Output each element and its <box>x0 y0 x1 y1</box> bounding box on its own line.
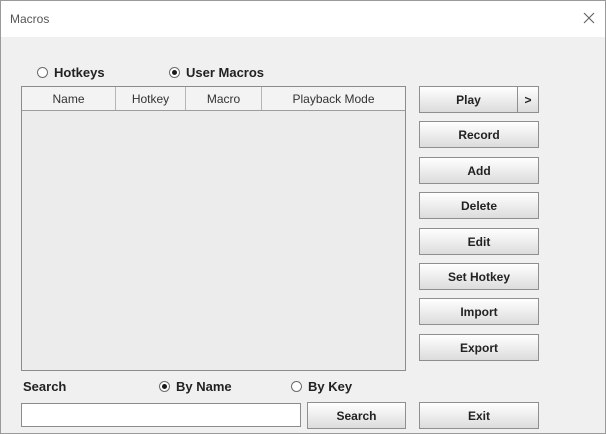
record-button[interactable]: Record <box>419 121 539 148</box>
import-button[interactable]: Import <box>419 298 539 325</box>
user-macros-radio[interactable] <box>169 67 180 78</box>
title-bar: Macros <box>1 1 605 37</box>
search-button[interactable]: Search <box>307 402 406 429</box>
edit-button[interactable]: Edit <box>419 228 539 255</box>
column-header-name[interactable]: Name <box>22 87 116 110</box>
by-key-radio-option[interactable]: By Key <box>291 379 352 394</box>
macros-table[interactable]: Name Hotkey Macro Playback Mode <box>21 86 406 371</box>
user-macros-radio-option[interactable]: User Macros <box>169 65 264 80</box>
table-header: Name Hotkey Macro Playback Mode <box>22 87 405 111</box>
by-name-label: By Name <box>176 379 232 394</box>
column-header-macro[interactable]: Macro <box>186 87 262 110</box>
hotkeys-radio[interactable] <box>37 67 48 78</box>
hotkeys-radio-option[interactable]: Hotkeys <box>37 65 105 80</box>
macros-window: Macros Hotkeys User Macros Name Hotkey M… <box>0 0 606 434</box>
exit-button[interactable]: Exit <box>419 402 539 429</box>
column-header-playback-mode[interactable]: Playback Mode <box>262 87 405 110</box>
search-input[interactable] <box>21 403 301 427</box>
by-name-radio-option[interactable]: By Name <box>159 379 232 394</box>
add-button[interactable]: Add <box>419 157 539 184</box>
column-header-hotkey[interactable]: Hotkey <box>116 87 186 110</box>
by-key-label: By Key <box>308 379 353 394</box>
play-button[interactable]: Play <box>419 86 518 113</box>
window-title: Macros <box>10 12 50 26</box>
search-label: Search <box>23 379 67 394</box>
play-options-button[interactable]: > <box>517 86 539 113</box>
by-name-radio[interactable] <box>159 381 170 392</box>
close-icon[interactable] <box>581 10 597 26</box>
user-macros-label: User Macros <box>186 65 265 80</box>
delete-button[interactable]: Delete <box>419 192 539 219</box>
by-key-radio[interactable] <box>291 381 302 392</box>
set-hotkey-button[interactable]: Set Hotkey <box>419 263 539 290</box>
hotkeys-label: Hotkeys <box>54 65 105 80</box>
export-button[interactable]: Export <box>419 334 539 361</box>
